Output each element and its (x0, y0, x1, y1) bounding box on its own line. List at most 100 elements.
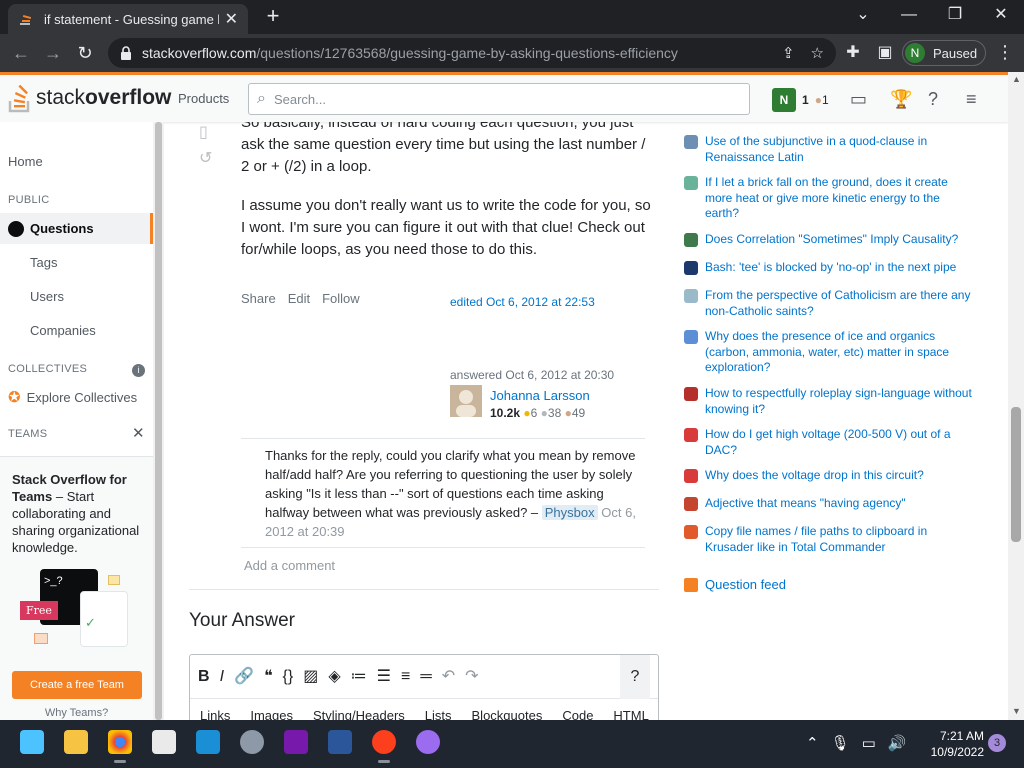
bookmark-star-icon[interactable]: ☆ (811, 44, 824, 62)
snippet-icon[interactable]: ◈ (328, 666, 340, 688)
microphone-icon[interactable]: 🎙 (831, 734, 850, 752)
share-link[interactable]: Share (241, 288, 276, 310)
minimize-icon[interactable]: — (886, 0, 932, 32)
inbox-icon[interactable]: ▭ (850, 89, 867, 110)
editor-tab[interactable]: Code (562, 705, 593, 720)
nav-tags[interactable]: Tags (30, 255, 57, 270)
create-free-team-button[interactable]: Create a free Team (12, 671, 142, 699)
profile-button[interactable]: N Paused (902, 40, 986, 66)
page-scrollbar[interactable]: ▲ ▼ (1008, 72, 1024, 720)
edit-link[interactable]: Edit (288, 288, 310, 310)
sidebar-scrollbar-thumb[interactable] (155, 122, 162, 720)
help-icon[interactable]: ? (928, 89, 938, 110)
windows-start-icon[interactable] (20, 730, 44, 754)
editor-tab[interactable]: Lists (425, 705, 452, 720)
new-tab-icon[interactable]: + (260, 4, 286, 30)
question-feed-link[interactable]: Question feed (684, 577, 786, 592)
physics-site-icon (684, 176, 698, 190)
tab-search-icon[interactable]: ⌄ (840, 0, 886, 32)
code-icon[interactable]: {} (283, 666, 294, 688)
scroll-up-icon[interactable]: ▲ (1012, 74, 1021, 84)
settings-icon[interactable] (240, 730, 264, 754)
back-icon[interactable]: ← (8, 40, 34, 66)
search-input[interactable]: ⌕ Search... (248, 83, 750, 115)
blockquote-icon[interactable]: ❝ (264, 666, 273, 688)
nav-questions[interactable]: Questions (0, 213, 153, 244)
answer-editor[interactable]: B I 🔗 ❝ {} ▨ ◈ ≔ ☰ ≡ ═ ↶ ↷ ? Links Image… (189, 654, 659, 720)
onenote-icon[interactable] (284, 730, 308, 754)
answered-timestamp: answered Oct 6, 2012 at 20:30 (450, 368, 615, 382)
browser-toolbar: ← → ↻ stackoverflow.com/questions/127635… (0, 34, 1024, 72)
bookmark-icon[interactable]: ▯ (199, 122, 208, 144)
nav-questions-label: Questions (30, 221, 94, 236)
restore-icon[interactable]: ❐ (932, 0, 978, 32)
scroll-down-icon[interactable]: ▼ (1012, 706, 1021, 716)
answerer-avatar[interactable] (450, 385, 482, 417)
undo-icon[interactable]: ↶ (442, 666, 455, 688)
editor-tab[interactable]: Images (250, 705, 293, 720)
image-icon[interactable]: ▨ (303, 666, 318, 688)
gold-badge-count: 6 (530, 406, 538, 420)
7zip-icon[interactable] (152, 730, 176, 754)
forward-icon[interactable]: → (40, 40, 66, 66)
close-tab-icon[interactable]: ✕ (225, 9, 238, 29)
sidebar-scrollbar[interactable] (153, 122, 164, 720)
editor-help-icon[interactable]: ? (620, 654, 650, 699)
taskbar-clock[interactable]: 7:21 AM 10/9/2022 (918, 728, 984, 760)
nav-section-public: PUBLIC (8, 194, 50, 206)
address-bar[interactable]: stackoverflow.com/questions/12763568/gue… (108, 38, 836, 68)
rss-icon (684, 577, 698, 592)
info-icon[interactable]: i (132, 364, 145, 377)
remote-desktop-icon[interactable] (196, 730, 220, 754)
history-icon[interactable]: ↺ (199, 148, 212, 170)
so-logo[interactable]: stack overflow (8, 83, 171, 113)
dismiss-teams-icon[interactable]: ✕ (132, 424, 145, 442)
bold-icon[interactable]: B (198, 666, 210, 688)
nav-users[interactable]: Users (30, 289, 64, 304)
nav-companies[interactable]: Companies (30, 323, 96, 338)
edited-timestamp[interactable]: edited Oct 6, 2012 at 22:53 (450, 291, 595, 313)
editor-tab[interactable]: Styling/Headers (313, 705, 405, 720)
word-icon[interactable] (328, 730, 352, 754)
editor-tab[interactable]: Links (200, 705, 230, 720)
bulleted-list-icon[interactable]: ☰ (377, 666, 391, 688)
browser-tab[interactable]: if statement - Guessing game by ✕ (8, 4, 248, 34)
network-icon[interactable]: ▭ (862, 734, 876, 752)
comment-author[interactable]: Physbox (541, 505, 598, 520)
alice-assistant-icon[interactable] (416, 730, 440, 754)
reload-icon[interactable]: ↻ (72, 40, 98, 66)
link-icon[interactable]: 🔗 (234, 666, 254, 688)
products-link[interactable]: Products (178, 91, 229, 106)
heading-icon[interactable]: ≡ (401, 666, 410, 688)
extensions-icon[interactable]: ✚ (842, 42, 864, 62)
editor-tab[interactable]: HTML (613, 705, 648, 720)
file-explorer-icon[interactable] (64, 730, 88, 754)
windows-taskbar: ⌃ 🎙 ▭ 🔊 7:21 AM 10/9/2022 3 (0, 720, 1024, 768)
site-switcher-icon[interactable]: ≡ (966, 89, 977, 110)
achievements-icon[interactable]: 🏆 (890, 89, 912, 110)
ordered-list-icon[interactable]: ≔ (351, 666, 367, 688)
checklist-icon: ✓ (80, 591, 128, 647)
italic-icon[interactable]: I (220, 666, 224, 688)
volume-icon[interactable]: 🔊 (888, 734, 907, 752)
side-panel-icon[interactable]: ▣ (874, 42, 896, 62)
nav-explore-collectives[interactable]: ✪ Explore Collectives (8, 388, 137, 406)
page-scrollbar-thumb[interactable] (1011, 407, 1021, 542)
tray-chevron-icon[interactable]: ⌃ (806, 734, 819, 752)
silver-badge-icon: ● (540, 406, 548, 420)
chrome-icon[interactable] (108, 730, 132, 763)
notification-badge[interactable]: 3 (988, 734, 1006, 752)
add-comment-link[interactable]: Add a comment (244, 555, 335, 577)
redo-icon[interactable]: ↷ (465, 666, 478, 688)
user-card[interactable]: N 1 ● 1 (772, 88, 829, 112)
close-window-icon[interactable]: ✕ (978, 0, 1024, 32)
share-icon[interactable]: ⇪ (782, 44, 795, 62)
yandex-browser-icon[interactable] (372, 730, 396, 763)
follow-link[interactable]: Follow (322, 288, 360, 310)
clock-date: 10/9/2022 (930, 745, 984, 759)
browser-menu-icon[interactable]: ⋮ (996, 42, 1014, 63)
editor-tab[interactable]: Blockquotes (472, 705, 543, 720)
horizontal-rule-icon[interactable]: ═ (420, 666, 431, 688)
nav-home[interactable]: Home (8, 154, 43, 169)
silver-badge-count: 38 (547, 406, 562, 420)
